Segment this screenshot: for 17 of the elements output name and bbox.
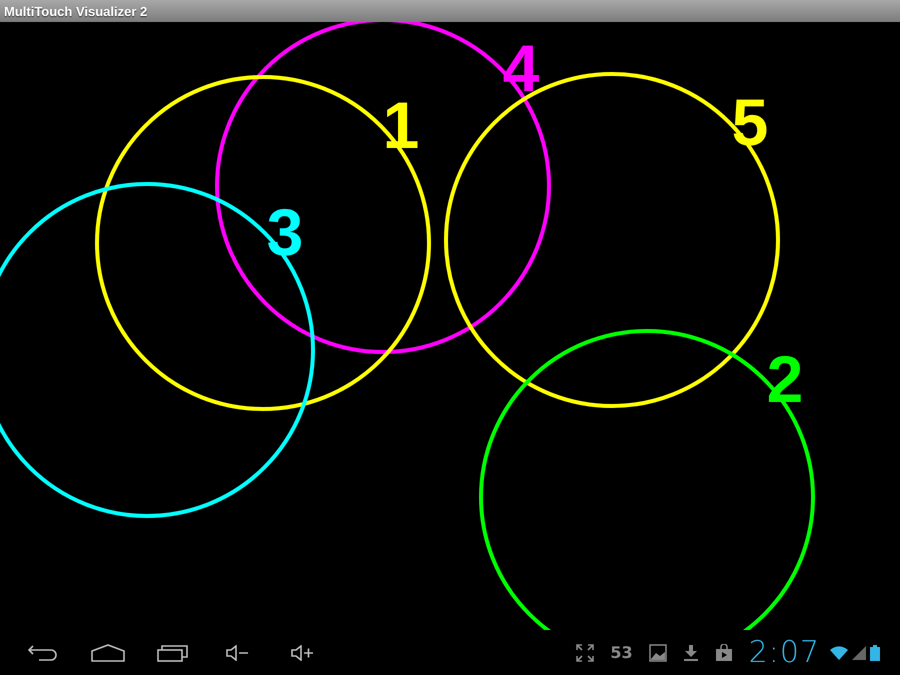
volume-down-icon: [226, 644, 250, 660]
volume-up-icon: [291, 644, 315, 660]
touch-number: 1: [382, 88, 420, 162]
battery-icon: [870, 644, 880, 660]
back-icon: [27, 644, 59, 662]
download-icon: [682, 644, 699, 662]
shopping-bag-icon: [714, 644, 733, 662]
signal-icon: [852, 646, 866, 660]
touch-number: 4: [502, 31, 540, 105]
clock: 2:07: [748, 635, 820, 670]
wifi-icon: [830, 646, 848, 660]
recent-apps-icon: [157, 644, 189, 662]
home-icon: [91, 644, 125, 662]
image-icon: [648, 644, 667, 662]
notification-count: 53: [610, 643, 633, 662]
fullscreen-icon: [576, 644, 594, 662]
window-title: MultiTouch Visualizer 2: [4, 4, 148, 18]
